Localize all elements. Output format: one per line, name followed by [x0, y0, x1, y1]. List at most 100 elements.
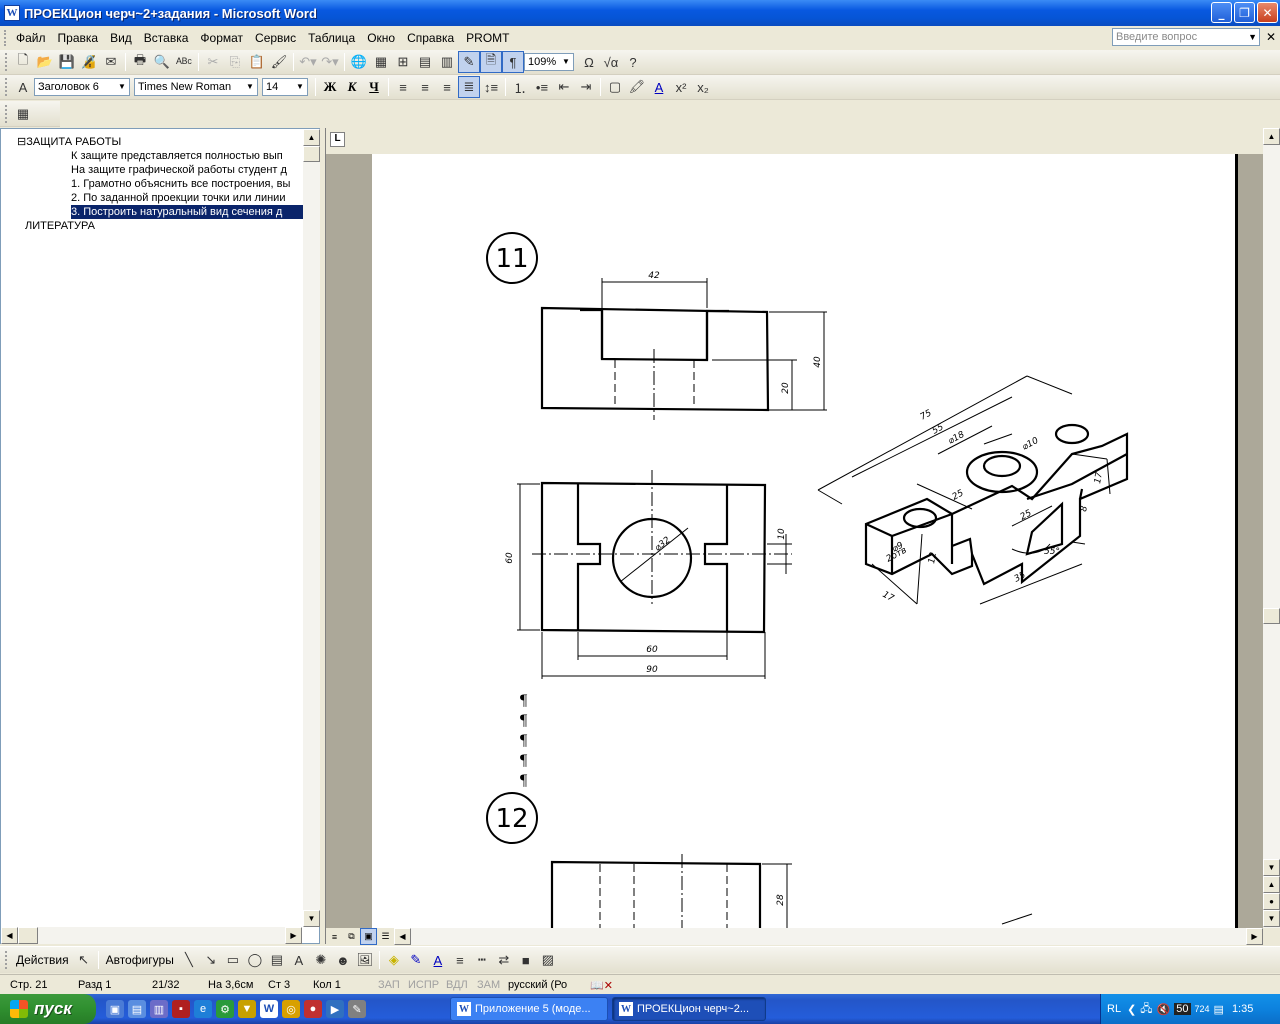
internet-explorer-icon[interactable]: e: [194, 1000, 212, 1018]
omega-symbol-icon[interactable]: Ω: [578, 51, 600, 73]
volume-muted-icon[interactable]: 🔇: [1157, 1003, 1171, 1016]
tray-badge[interactable]: 50: [1174, 1003, 1191, 1015]
menu-promt[interactable]: PROMT: [460, 31, 515, 45]
menu-table[interactable]: Таблица: [302, 31, 361, 45]
explorer-icon[interactable]: ▤: [128, 1000, 146, 1018]
docmap-item[interactable]: 1. Грамотно объяснить все построения, вы: [71, 177, 303, 191]
paste-icon[interactable]: 📋: [246, 51, 268, 73]
textbox-icon[interactable]: ▤: [266, 949, 288, 971]
actions-menu[interactable]: Действия: [12, 953, 73, 967]
borders-icon[interactable]: ▢: [604, 76, 626, 98]
archive-icon[interactable]: ▥: [150, 1000, 168, 1018]
normal-view-icon[interactable]: ≡: [326, 928, 343, 945]
web-view-icon[interactable]: ⧉: [343, 928, 360, 945]
arrow-style-icon[interactable]: ⇄: [493, 949, 515, 971]
docmap-item[interactable]: ЛИТЕРАТУРА: [25, 219, 303, 233]
chevron-down-icon[interactable]: ▼: [294, 79, 306, 95]
scroll-up-icon[interactable]: ▲: [1263, 128, 1280, 145]
open-folder-icon[interactable]: 📂: [34, 51, 56, 73]
chevron-down-icon[interactable]: ▼: [244, 79, 256, 95]
docmap-item[interactable]: На защите графической работы студент д: [71, 163, 303, 177]
scroll-down-icon[interactable]: ▼: [1263, 859, 1280, 876]
previous-page-icon[interactable]: ▲: [1263, 876, 1280, 893]
word-icon[interactable]: W: [260, 1000, 278, 1018]
menu-insert[interactable]: Вставка: [138, 31, 195, 45]
superscript-icon[interactable]: x²: [670, 76, 692, 98]
outline-view-icon[interactable]: ☰: [377, 928, 394, 945]
network-icon[interactable]: ⚙: [216, 1000, 234, 1018]
line-spacing-icon[interactable]: ↕≡: [480, 76, 502, 98]
menu-view[interactable]: Вид: [104, 31, 138, 45]
minimize-button[interactable]: _: [1211, 2, 1232, 23]
app-icon[interactable]: ✎: [348, 1000, 366, 1018]
paragraph-mark[interactable]: ¶: [520, 752, 527, 770]
numbering-icon[interactable]: ⒈: [509, 76, 531, 98]
dash-style-icon[interactable]: ┅: [471, 949, 493, 971]
docmap-item[interactable]: ⊟ЗАЩИТА РАБОТЫ: [17, 135, 303, 149]
app-icon[interactable]: ●: [304, 1000, 322, 1018]
scroll-thumb[interactable]: [18, 927, 38, 944]
help-icon[interactable]: ?: [622, 51, 644, 73]
menu-edit[interactable]: Правка: [52, 31, 105, 45]
tray-badge[interactable]: 724: [1195, 1004, 1210, 1014]
bullets-icon[interactable]: •≡: [531, 76, 553, 98]
new-document-icon[interactable]: 🗋: [12, 51, 34, 73]
redo-icon[interactable]: ↷▾: [319, 51, 341, 73]
maximize-button[interactable]: ❐: [1234, 2, 1255, 23]
equation-icon[interactable]: √α: [600, 51, 622, 73]
close-button[interactable]: ✕: [1257, 2, 1278, 23]
document-page[interactable]: 11 42 40 20 60 10 ⌀32 60 90 75 55 ⌀18 ⌀1…: [372, 154, 1238, 928]
fill-color-icon[interactable]: ◈: [383, 949, 405, 971]
toolbar-grip[interactable]: [5, 104, 8, 123]
scroll-left-icon[interactable]: ◀: [394, 928, 411, 945]
spelling-status-icon[interactable]: 📖✕: [590, 979, 613, 992]
diagram-icon[interactable]: ✺: [310, 949, 332, 971]
subscript-icon[interactable]: x₂: [692, 76, 714, 98]
columns-icon[interactable]: ▥: [436, 51, 458, 73]
zoom-select[interactable]: 109% ▼: [524, 53, 574, 71]
app-icon[interactable]: ▼: [238, 1000, 256, 1018]
tables-borders-icon[interactable]: ▦: [370, 51, 392, 73]
3d-icon[interactable]: ▨: [537, 949, 559, 971]
justify-icon[interactable]: ≣: [458, 76, 480, 98]
wordart-icon[interactable]: A: [288, 949, 310, 971]
increase-indent-icon[interactable]: ⇥: [575, 76, 597, 98]
underline-button[interactable]: Ч: [363, 79, 385, 95]
taskbar-item[interactable]: W Приложение 5 (моде...: [450, 997, 608, 1021]
start-button[interactable]: пуск: [0, 994, 96, 1024]
chevron-down-icon[interactable]: ▼: [116, 79, 128, 95]
align-left-icon[interactable]: ≡: [392, 76, 414, 98]
scroll-down-icon[interactable]: ▼: [303, 910, 320, 927]
font-color-icon[interactable]: A: [648, 76, 670, 98]
next-page-icon[interactable]: ▼: [1263, 910, 1280, 927]
select-browse-object-icon[interactable]: ●: [1263, 893, 1280, 910]
email-icon[interactable]: ✉: [100, 51, 122, 73]
chevron-down-icon[interactable]: ▼: [560, 54, 572, 70]
decrease-indent-icon[interactable]: ⇤: [553, 76, 575, 98]
scroll-up-icon[interactable]: ▲: [303, 129, 320, 146]
highlight-icon[interactable]: 🖍: [626, 76, 648, 98]
font-size-select[interactable]: 14 ▼: [262, 78, 308, 96]
copy-icon[interactable]: ⎘: [224, 51, 246, 73]
format-painter-icon[interactable]: 🖌: [268, 51, 290, 73]
app-icon[interactable]: ◎: [282, 1000, 300, 1018]
picture-icon[interactable]: 🖼: [354, 949, 376, 971]
autoshapes-menu[interactable]: Автофигуры: [102, 953, 178, 967]
docmap-vertical-scrollbar[interactable]: ▲ ▼: [303, 129, 320, 927]
show-hide-icon[interactable]: ¶: [502, 51, 524, 73]
docmap-item-selected[interactable]: 3. Построить натуральный вид сечения д: [71, 205, 303, 219]
scroll-right-icon[interactable]: ▶: [285, 927, 302, 944]
scroll-left-icon[interactable]: ◀: [1, 927, 18, 944]
menu-help[interactable]: Справка: [401, 31, 460, 45]
menu-window[interactable]: Окно: [361, 31, 401, 45]
chart-icon[interactable]: ▦: [12, 103, 34, 125]
floppy-icon[interactable]: ▪: [172, 1000, 190, 1018]
menu-file[interactable]: Файл: [10, 31, 52, 45]
document-horizontal-scrollbar[interactable]: ◀ ▶: [394, 928, 1263, 945]
print-icon[interactable]: 🖶: [129, 51, 151, 73]
tray-app-icon[interactable]: ▤: [1214, 1003, 1224, 1016]
desktop-icon[interactable]: ▣: [106, 1000, 124, 1018]
status-ext[interactable]: ВДЛ: [446, 979, 468, 991]
paragraph-mark[interactable]: ¶: [520, 712, 527, 730]
styles-pane-icon[interactable]: A: [12, 76, 34, 98]
